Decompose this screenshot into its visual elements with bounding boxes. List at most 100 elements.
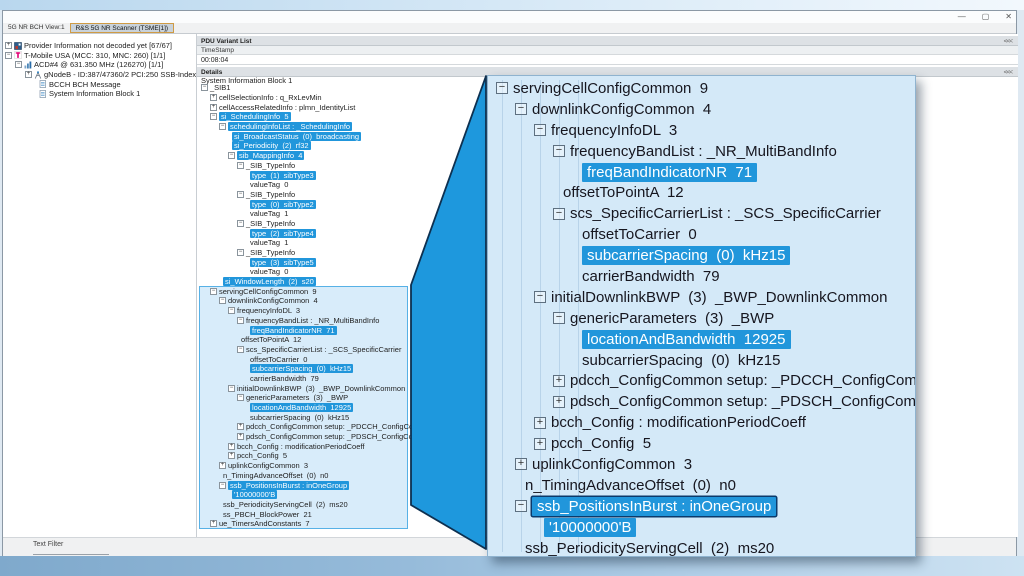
- collapse-icon[interactable]: −: [210, 113, 217, 120]
- collapse-icon[interactable]: −: [534, 124, 546, 136]
- collapse-icon[interactable]: −: [237, 191, 244, 198]
- tree-item-label: carrierBandwidth 79: [250, 374, 319, 383]
- collapse-icon[interactable]: −: [237, 162, 244, 169]
- tree-row[interactable]: n_TimingAdvanceOffset (0) n0: [488, 475, 915, 496]
- tree-item-label: frequencyInfoDL 3: [237, 306, 300, 315]
- tree-row[interactable]: − ACD#4 @ 631.350 MHz (126270) [1/1]: [3, 60, 196, 70]
- expand-icon[interactable]: +: [534, 417, 546, 429]
- magnified-tree: −servingCellConfigCommon 9−downlinkConfi…: [488, 78, 915, 557]
- tree-item-label: scs_SpecificCarrierList : _SCS_SpecificC…: [246, 345, 401, 354]
- collapse-icon[interactable]: −: [219, 123, 226, 130]
- tree-row[interactable]: −scs_SpecificCarrierList : _SCS_Specific…: [488, 203, 915, 224]
- tree-item-label: genericParameters (3) _BWP: [570, 310, 774, 327]
- collapse-icon[interactable]: −: [534, 291, 546, 303]
- tree-row[interactable]: −initialDownlinkBWP (3) _BWP_DownlinkCom…: [488, 287, 915, 308]
- tree-item-label: _SIB_TypeInfo: [246, 161, 295, 170]
- tree-row[interactable]: subcarrierSpacing (0) kHz15: [488, 245, 915, 266]
- gnodeb-icon: [34, 71, 42, 79]
- expand-icon[interactable]: +: [210, 104, 217, 111]
- expand-icon[interactable]: +: [515, 458, 527, 470]
- collapse-icon[interactable]: −: [228, 307, 235, 314]
- tree-item-label: pdcch_ConfigCommon setup: _PDCCH_ConfigC…: [246, 422, 434, 431]
- tree-row[interactable]: System Information Block 1: [3, 89, 196, 99]
- tree-item-label: valueTag 1: [250, 238, 288, 247]
- expand-icon[interactable]: +: [553, 396, 565, 408]
- collapse-icon[interactable]: −: [553, 208, 565, 220]
- collapse-icon[interactable]: −: [5, 52, 12, 59]
- close-button[interactable]: ✕: [1005, 13, 1012, 21]
- collapse-icon[interactable]: −: [219, 482, 226, 489]
- tree-row[interactable]: carrierBandwidth 79: [488, 266, 915, 287]
- tree-item-label: subcarrierSpacing (0) kHz15: [582, 352, 780, 369]
- tree-item-label: subcarrierSpacing (0) kHz15: [250, 364, 353, 373]
- collapse-icon[interactable]: −: [201, 84, 208, 91]
- collapse-icon[interactable]: −: [515, 500, 527, 512]
- expand-icon[interactable]: +: [237, 433, 244, 440]
- expand-icon[interactable]: +: [534, 438, 546, 450]
- tree-row[interactable]: −T-Mobile USA (MCC: 310, MNC: 260) [1/1]: [3, 51, 196, 61]
- tree-row[interactable]: +pdsch_ConfigCommon setup: _PDSCH_Config…: [488, 391, 915, 412]
- tree-row[interactable]: −downlinkConfigCommon 4: [488, 99, 915, 120]
- tree-row[interactable]: offsetToPointA 12: [488, 182, 915, 203]
- tree-row[interactable]: locationAndBandwidth 12925: [488, 329, 915, 350]
- collapse-icon[interactable]: −: [219, 297, 226, 304]
- collapse-icon[interactable]: −: [237, 346, 244, 353]
- collapse-icon[interactable]: −: [15, 61, 22, 68]
- document-icon: [39, 90, 47, 98]
- expand-icon[interactable]: +: [5, 42, 12, 49]
- collapse-button[interactable]: <<<: [1004, 38, 1012, 45]
- collapse-icon[interactable]: −: [237, 394, 244, 401]
- tab-rs-5g-nr-scanner[interactable]: R&S 5G NR Scanner (TSME[1]): [70, 23, 174, 33]
- tree-item-label: uplinkConfigCommon 3: [532, 456, 692, 473]
- tree-row[interactable]: −frequencyInfoDL 3: [488, 120, 915, 141]
- collapse-icon[interactable]: −: [210, 288, 217, 295]
- tree-row[interactable]: subcarrierSpacing (0) kHz15: [488, 350, 915, 371]
- tree-row[interactable]: + uplinkConfigCommon 3: [488, 454, 915, 475]
- collapse-icon[interactable]: −: [237, 317, 244, 324]
- tree-item-label: _SIB_TypeInfo: [246, 190, 295, 199]
- expand-icon[interactable]: +: [228, 452, 235, 459]
- tree-row[interactable]: −servingCellConfigCommon 9: [488, 78, 915, 99]
- tree-row[interactable]: ssb_PeriodicityServingCell (2) ms20: [488, 538, 915, 557]
- minimize-button[interactable]: —: [958, 13, 966, 21]
- expand-icon[interactable]: +: [210, 520, 217, 527]
- tree-row[interactable]: −frequencyBandList : _NR_MultiBandInfo: [488, 141, 915, 162]
- tree-row[interactable]: +bcch_Config : modificationPeriodCoeff: [488, 412, 915, 433]
- collapse-icon[interactable]: −: [496, 82, 508, 94]
- tree-item-label: '10000000'B: [544, 518, 636, 537]
- tab-5g-nr-bch-view[interactable]: 5G NR BCH View:1: [3, 23, 70, 33]
- collapse-icon[interactable]: −: [553, 145, 565, 157]
- tree-row[interactable]: BCCH BCH Message: [3, 79, 196, 89]
- tree-row[interactable]: +Provider Information not decoded yet [6…: [3, 41, 196, 51]
- text-filter-input[interactable]: [33, 551, 109, 555]
- tree-item-label: gNodeB - ID:387/47360/2 PCI:250 SSB-Inde…: [44, 70, 202, 79]
- tree-row[interactable]: '10000000'B: [488, 517, 915, 538]
- collapse-icon[interactable]: −: [228, 385, 235, 392]
- expand-icon[interactable]: +: [219, 462, 226, 469]
- collapse-icon[interactable]: −: [237, 249, 244, 256]
- tree-row[interactable]: offsetToCarrier 0: [488, 224, 915, 245]
- pdu-variant-row[interactable]: 00:08:04: [197, 55, 1018, 65]
- collapse-icon[interactable]: −: [237, 220, 244, 227]
- tree-row[interactable]: +gNodeB - ID:387/47360/2 PCI:250 SSB-Ind…: [3, 70, 196, 80]
- timestamp-column-header[interactable]: TimeStamp: [197, 46, 1018, 55]
- tree-row[interactable]: −ssb_PositionsInBurst : inOneGroup: [488, 496, 915, 517]
- tree-item-label: frequencyInfoDL 3: [551, 122, 677, 139]
- expand-icon[interactable]: +: [25, 71, 32, 78]
- tree-item-label: ACD#4 @ 631.350 MHz (126270) [1/1]: [34, 60, 163, 69]
- maximize-button[interactable]: ▢: [982, 13, 990, 21]
- collapse-icon[interactable]: −: [228, 152, 235, 159]
- tree-row[interactable]: freqBandIndicatorNR 71: [488, 162, 915, 183]
- tree-row[interactable]: +pdcch_ConfigCommon setup: _PDCCH_Config…: [488, 370, 915, 391]
- collapse-icon[interactable]: −: [515, 103, 527, 115]
- tree-item-label: ssb_PeriodicityServingCell (2) ms20: [223, 500, 348, 509]
- expand-icon[interactable]: +: [210, 94, 217, 101]
- tree-row[interactable]: −genericParameters (3) _BWP: [488, 308, 915, 329]
- tree-item-label: uplinkConfigCommon 3: [228, 461, 308, 470]
- expand-icon[interactable]: +: [553, 375, 565, 387]
- expand-icon[interactable]: +: [237, 423, 244, 430]
- expand-icon[interactable]: +: [228, 443, 235, 450]
- collapse-icon[interactable]: −: [553, 312, 565, 324]
- collapse-button[interactable]: <<<: [1004, 69, 1012, 76]
- tree-row[interactable]: +pcch_Config 5: [488, 433, 915, 454]
